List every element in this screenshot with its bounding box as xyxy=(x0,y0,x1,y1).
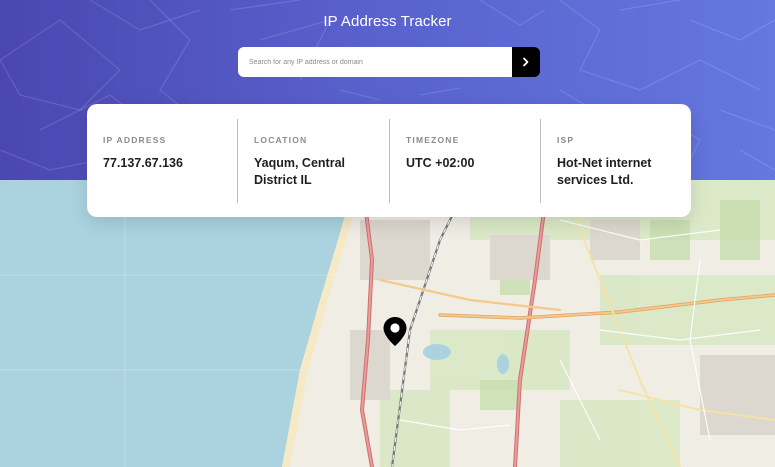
ip-address-value: 77.137.67.136 xyxy=(103,156,183,170)
location-section: LOCATION Yaqum, Central District IL xyxy=(254,104,374,217)
search-input[interactable] xyxy=(238,47,513,77)
timezone-label: TIMEZONE xyxy=(406,135,460,145)
isp-value: Hot-Net internet services Ltd. xyxy=(557,156,652,187)
divider xyxy=(237,119,238,203)
page-title: IP Address Tracker xyxy=(323,13,452,30)
location-pin-icon[interactable] xyxy=(382,316,408,348)
isp-label: ISP xyxy=(557,135,575,145)
location-label: LOCATION xyxy=(254,135,308,145)
search-bar xyxy=(238,47,540,77)
divider xyxy=(540,119,541,203)
ip-address-label: IP ADDRESS xyxy=(103,135,167,145)
ip-info-card: IP ADDRESS 77.137.67.136 LOCATION Yaqum,… xyxy=(87,104,691,217)
timezone-section: TIMEZONE UTC +02:00 xyxy=(406,104,526,217)
divider xyxy=(389,119,390,203)
timezone-value: UTC +02:00 xyxy=(406,156,475,170)
isp-section: ISP Hot-Net internet services Ltd. xyxy=(557,104,682,217)
ip-address-section: IP ADDRESS 77.137.67.136 xyxy=(103,104,233,217)
location-value: Yaqum, Central District IL xyxy=(254,156,345,187)
chevron-right-icon xyxy=(523,57,529,67)
search-submit-button[interactable] xyxy=(512,47,540,77)
